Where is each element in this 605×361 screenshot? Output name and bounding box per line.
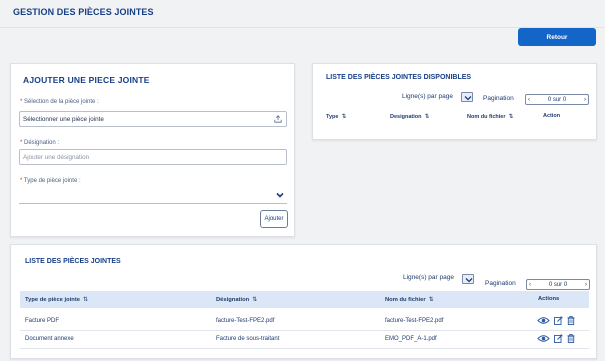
designation-label: * Désignation : <box>20 140 60 146</box>
pagination-text: 0 sur 0 <box>548 281 568 288</box>
cell-type: Document annexe <box>25 336 74 342</box>
pagination-next[interactable]: › <box>585 282 587 288</box>
attachments-list-card: Liste des pièces jointes Ligne(s) par pa… <box>10 244 597 359</box>
cell-type: Facture PDF <box>25 318 60 324</box>
column-type[interactable]: Type ⇅ <box>326 113 346 120</box>
available-attachments-card: Liste des pièces jointes disponibles Lig… <box>312 63 597 140</box>
cell-designation: Facture de sous-traitant <box>216 336 280 342</box>
attachments-list-title: Liste des pièces jointes <box>25 258 121 265</box>
cell-designation: facture-Test-FPE2.pdf <box>216 318 275 324</box>
pagination-control[interactable]: ‹ 0 sur 0 › <box>526 279 590 290</box>
table-row: Document annexe Facture de sous-traitant… <box>20 331 589 349</box>
designation-placeholder: Ajouter une désignation <box>23 153 90 161</box>
pagination-control[interactable]: ‹ 0 sur 0 › <box>525 94 589 105</box>
sort-arrows-icon[interactable]: ⇅ <box>509 114 514 120</box>
type-label: * Type de pièce jointe : <box>20 178 81 184</box>
lines-per-page-label: Ligne(s) par page <box>403 274 454 281</box>
header-divider <box>0 27 605 28</box>
column-attachment-type[interactable]: Type de pièce jointe ⇅ <box>25 296 88 303</box>
pagination-label: Pagination <box>485 280 516 287</box>
add-button[interactable]: Ajouter <box>260 210 288 228</box>
edit-icon[interactable] <box>554 316 563 325</box>
available-attachments-title: Liste des pièces jointes disponibles <box>326 74 472 81</box>
lines-per-page-select[interactable] <box>462 274 474 284</box>
sort-arrows-icon[interactable]: ⇅ <box>429 297 434 303</box>
column-designation[interactable]: Designation ⇅ <box>390 113 430 120</box>
sort-arrows-icon[interactable]: ⇅ <box>341 114 346 120</box>
sort-arrows-icon[interactable]: ⇅ <box>424 114 429 120</box>
eye-icon[interactable] <box>537 334 550 343</box>
column-actions: Actions <box>538 296 560 302</box>
chevron-down-icon <box>465 278 473 283</box>
lines-per-page-label: Ligne(s) par page <box>402 93 453 100</box>
cell-filename: facture-Test-FPE2.pdf <box>385 318 444 324</box>
page-title: Gestion des pièces jointes <box>13 7 154 17</box>
pagination-text: 0 sur 0 <box>547 96 567 103</box>
designation-input[interactable]: Ajouter une désignation <box>19 149 287 165</box>
attachment-type-select[interactable] <box>19 190 287 204</box>
edit-icon[interactable] <box>554 334 563 343</box>
pagination-next[interactable]: › <box>584 97 586 103</box>
row-actions <box>537 334 575 343</box>
row-actions <box>537 316 575 325</box>
sort-arrows-icon[interactable]: ⇅ <box>83 297 88 303</box>
column-action: Action <box>543 113 561 119</box>
back-button[interactable]: Retour <box>518 28 596 46</box>
sort-arrows-icon[interactable]: ⇅ <box>252 297 257 303</box>
add-attachment-card: Ajouter une piece jointe * Sélection de … <box>10 63 295 237</box>
column-filename[interactable]: Nom du fichier ⇅ <box>467 113 514 120</box>
pagination-prev[interactable]: ‹ <box>529 282 531 288</box>
chevron-down-icon <box>464 96 472 101</box>
column-designation[interactable]: Désignation ⇅ <box>216 296 257 303</box>
lines-per-page-select[interactable] <box>461 92 473 102</box>
attachments-table-header: Type de pièce jointe ⇅ Désignation ⇅ Nom d… <box>20 291 589 308</box>
chevron-down-icon[interactable] <box>275 190 285 200</box>
pagination-label: Pagination <box>483 95 514 102</box>
trash-icon[interactable] <box>567 334 575 343</box>
table-row: Facture PDF facture-Test-FPE2.pdf factur… <box>20 313 589 331</box>
selection-label: * Sélection de la pièce jointe : <box>20 99 99 105</box>
eye-icon[interactable] <box>537 316 550 325</box>
attachment-file-select-value: Sélectionner une pièce jointe <box>23 115 104 123</box>
cell-filename: EMO_PDF_A-1.pdf <box>385 336 437 342</box>
pagination-prev[interactable]: ‹ <box>528 97 530 103</box>
attachment-file-select[interactable]: Sélectionner une pièce jointe <box>19 111 287 127</box>
upload-icon[interactable] <box>274 115 282 123</box>
column-filename[interactable]: Nom du fichier ⇅ <box>385 296 434 303</box>
add-attachment-title: Ajouter une piece jointe <box>23 75 150 85</box>
trash-icon[interactable] <box>567 316 575 325</box>
